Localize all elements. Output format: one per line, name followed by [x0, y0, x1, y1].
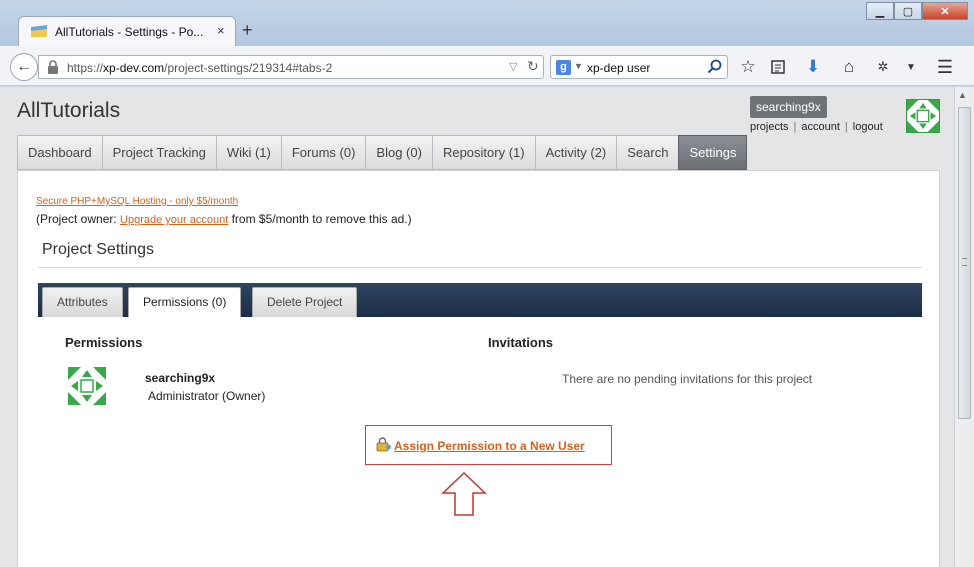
user-avatar[interactable] — [906, 99, 940, 133]
search-icon[interactable] — [707, 59, 723, 75]
url-prefix: https:// — [67, 61, 104, 75]
site-title: AllTutorials — [17, 99, 121, 122]
ad-note-prefix: (Project owner: — [36, 212, 121, 226]
downloads-icon[interactable]: ⬇ — [802, 56, 824, 78]
settings-content: Secure PHP+MySQL Hosting - only $5/month… — [17, 170, 940, 567]
menu-icon[interactable]: ☰ — [934, 56, 956, 78]
browser-tab[interactable]: AllTutorials - Settings - Po... × — [18, 16, 236, 46]
search-input[interactable]: xp-dep user — [587, 61, 650, 75]
site-favicon-icon — [31, 25, 47, 37]
upgrade-account-link[interactable]: Upgrade your account — [120, 214, 228, 226]
projects-link[interactable]: projects — [750, 121, 789, 133]
member-role: Administrator (Owner) — [148, 389, 266, 403]
google-search-engine-icon[interactable]: g — [556, 60, 571, 75]
arrow-up-icon — [441, 471, 487, 516]
no-invitations-text: There are no pending invitations for thi… — [562, 372, 813, 386]
assign-permission-link[interactable]: Assign Permission to a New User — [394, 439, 585, 453]
page-title: Project Settings — [42, 241, 155, 258]
permissions-heading: Permissions — [65, 335, 143, 350]
user-lock-icon — [376, 437, 391, 452]
nav-forums[interactable]: Forums (0) — [280, 135, 366, 170]
browser-toolbar: https://xp-dev.com/project-settings/2193… — [0, 46, 974, 86]
separator: | — [844, 121, 848, 133]
url-history-dropdown-icon[interactable]: ▽ — [509, 60, 517, 73]
tab-delete-project[interactable]: Delete Project — [252, 287, 358, 317]
window-titlebar: AllTutorials - Settings - Po... × + ▁ ▢ … — [0, 0, 974, 46]
search-bar[interactable]: g ▼ xp-dep user — [550, 55, 728, 79]
extension-dropdown-icon[interactable]: ▼ — [900, 56, 922, 78]
url-text: https://xp-dev.com/project-settings/2193… — [67, 61, 332, 75]
nav-project-tracking[interactable]: Project Tracking — [101, 135, 216, 170]
member-avatar — [68, 367, 106, 405]
scrollbar-thumb[interactable] — [958, 107, 971, 419]
url-bar[interactable]: https://xp-dev.com/project-settings/2193… — [38, 55, 544, 79]
scroll-up-icon[interactable]: ▲ — [958, 90, 967, 100]
reading-list-icon[interactable] — [767, 56, 789, 78]
member-name: searching9x — [145, 371, 216, 385]
nav-search[interactable]: Search — [616, 135, 679, 170]
ad-note: (Project owner: Upgrade your account fro… — [36, 212, 412, 226]
hosting-ad-link[interactable]: Secure PHP+MySQL Hosting - only $5/month — [36, 196, 238, 207]
reload-icon[interactable]: ↻ — [527, 58, 539, 75]
assign-permission-highlight: Assign Permission to a New User — [365, 425, 612, 465]
invitations-heading: Invitations — [488, 335, 554, 350]
home-icon[interactable]: ⌂ — [838, 56, 860, 78]
maximize-button[interactable]: ▢ — [894, 2, 922, 20]
tab-permissions[interactable]: Permissions (0) — [128, 287, 242, 318]
nav-dashboard[interactable]: Dashboard — [17, 135, 102, 170]
tab-title: AllTutorials - Settings - Po... — [55, 25, 204, 39]
bookmark-star-icon[interactable]: ☆ — [737, 56, 759, 78]
extension-icon[interactable]: ✲ — [872, 56, 894, 78]
window-controls: ▁ ▢ ✕ — [866, 2, 968, 20]
url-path: /project-settings/219314#tabs-2 — [164, 61, 333, 75]
nav-settings[interactable]: Settings — [678, 135, 748, 170]
tab-attributes[interactable]: Attributes — [42, 287, 123, 317]
separator: | — [793, 121, 797, 133]
new-tab-icon[interactable]: + — [242, 20, 253, 40]
vertical-scrollbar[interactable]: ▲ — [954, 87, 974, 567]
page-viewport: AllTutorials searching9x projects | accoun… — [0, 87, 954, 567]
account-link[interactable]: account — [801, 121, 840, 133]
divider — [38, 267, 922, 268]
minimize-button[interactable]: ▁ — [866, 2, 894, 20]
lock-icon — [48, 60, 58, 74]
nav-blog[interactable]: Blog (0) — [365, 135, 432, 170]
main-nav: Dashboard Project Tracking Wiki (1) Foru… — [17, 135, 748, 170]
permissions-panel: Permissions Invitations searching9x Admi… — [38, 317, 922, 567]
scroll-grip — [962, 258, 967, 266]
reading-list-svg — [771, 60, 785, 74]
settings-tabs: Attributes Permissions (0) Delete Projec… — [38, 283, 922, 318]
tab-close-icon[interactable]: × — [217, 23, 225, 38]
back-button[interactable]: ← — [10, 53, 38, 81]
close-window-button[interactable]: ✕ — [922, 2, 968, 20]
url-host: xp-dev.com — [103, 61, 165, 75]
search-engine-dropdown-icon[interactable]: ▼ — [574, 61, 583, 71]
username-badge: searching9x — [750, 96, 827, 118]
back-arrow-icon: ← — [16, 58, 32, 75]
user-links: projects | account | logout — [750, 121, 883, 133]
nav-wiki[interactable]: Wiki (1) — [215, 135, 281, 170]
ad-note-suffix: from $5/month to remove this ad.) — [228, 212, 412, 226]
nav-activity[interactable]: Activity (2) — [534, 135, 617, 170]
logout-link[interactable]: logout — [853, 121, 883, 133]
nav-repository[interactable]: Repository (1) — [431, 135, 535, 170]
